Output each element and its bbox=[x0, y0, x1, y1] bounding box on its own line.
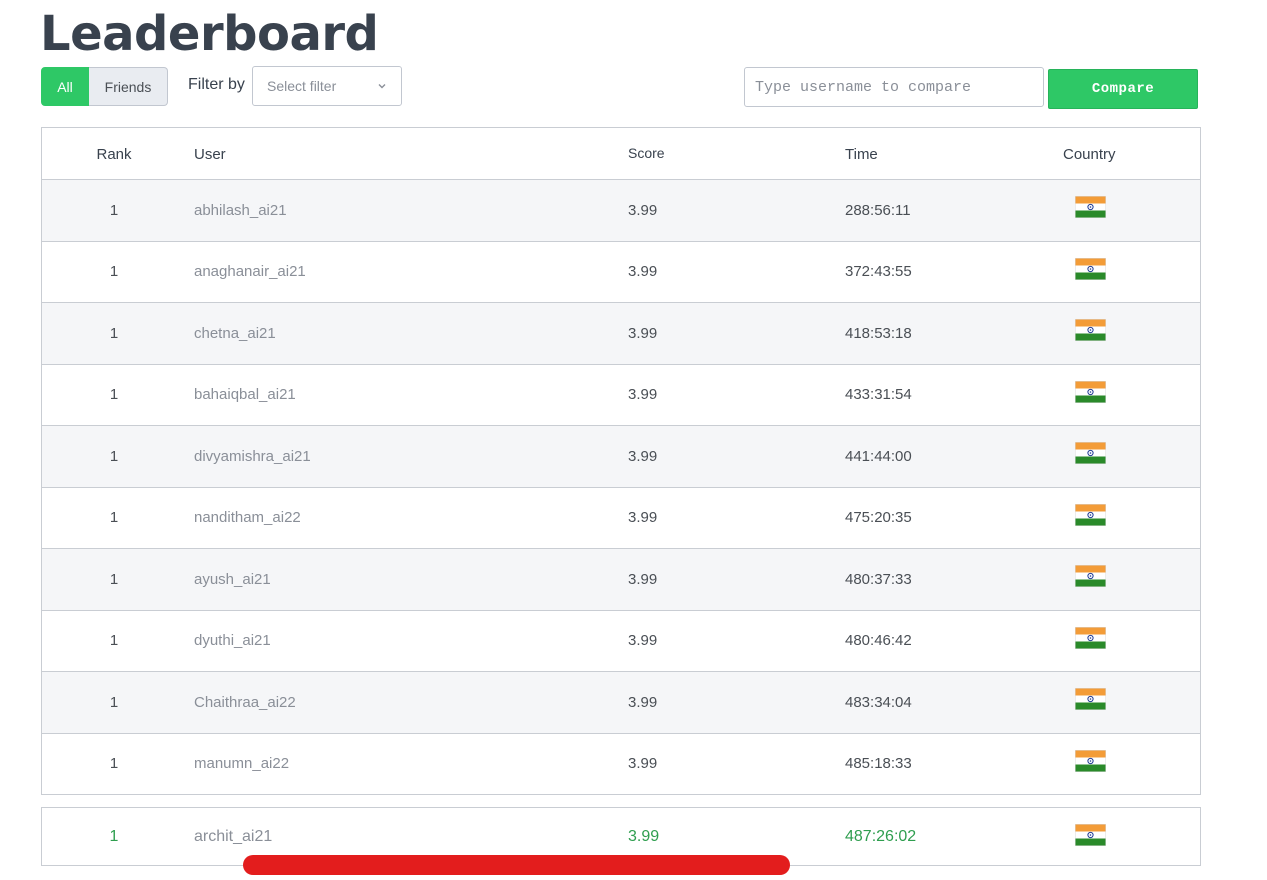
time-cell: 288:56:11 bbox=[845, 201, 911, 219]
header-country: Country bbox=[1063, 145, 1116, 163]
rank-cell: 1 bbox=[109, 509, 119, 527]
username-link[interactable]: Chaithraa_ai22 bbox=[194, 672, 296, 733]
current-user-rank: 1 bbox=[109, 827, 119, 845]
country-cell bbox=[1075, 611, 1107, 672]
country-cell bbox=[1075, 549, 1107, 610]
country-cell bbox=[1075, 426, 1107, 487]
rank-cell: 1 bbox=[109, 570, 119, 588]
rank-cell: 1 bbox=[109, 386, 119, 404]
rank-cell: 1 bbox=[109, 447, 119, 465]
current-user-time: 487:26:02 bbox=[845, 827, 917, 845]
table-row: 1 abhilash_ai21 3.99 288:56:11 bbox=[42, 179, 1200, 241]
score-cell: 3.99 bbox=[628, 263, 658, 281]
tab-friends[interactable]: Friends bbox=[89, 67, 168, 106]
username-link[interactable]: chetna_ai21 bbox=[194, 303, 276, 364]
leaderboard-scope-toggle: All Friends bbox=[41, 67, 168, 106]
tab-all[interactable]: All bbox=[41, 67, 89, 106]
score-cell: 3.99 bbox=[628, 570, 658, 588]
time-cell: 475:20:35 bbox=[845, 509, 912, 527]
table-row: 1 divyamishra_ai21 3.99 441:44:00 bbox=[42, 425, 1200, 487]
score-cell: 3.99 bbox=[628, 755, 658, 773]
username-link[interactable]: bahaiqbal_ai21 bbox=[194, 365, 296, 426]
score-cell: 3.99 bbox=[628, 447, 658, 465]
annotation-underline bbox=[243, 855, 790, 875]
username-link[interactable]: dyuthi_ai21 bbox=[194, 611, 271, 672]
time-cell: 441:44:00 bbox=[845, 447, 912, 465]
username-link[interactable]: ayush_ai21 bbox=[194, 549, 271, 610]
india-flag-icon bbox=[1075, 749, 1106, 772]
rank-cell: 1 bbox=[109, 201, 119, 219]
username-link[interactable]: abhilash_ai21 bbox=[194, 180, 287, 241]
compare-username-input[interactable] bbox=[744, 67, 1044, 107]
score-cell: 3.99 bbox=[628, 693, 658, 711]
time-cell: 372:43:55 bbox=[845, 263, 912, 281]
header-time: Time bbox=[845, 145, 878, 163]
page-title: Leaderboard bbox=[40, 6, 379, 62]
table-row: 1 ayush_ai21 3.99 480:37:33 bbox=[42, 548, 1200, 610]
current-user-country bbox=[1075, 808, 1107, 865]
country-cell bbox=[1075, 488, 1107, 549]
india-flag-icon bbox=[1075, 565, 1106, 587]
score-cell: 3.99 bbox=[628, 632, 658, 650]
india-flag-icon bbox=[1075, 824, 1106, 846]
header-user: User bbox=[194, 145, 226, 163]
filter-label: Filter by bbox=[188, 76, 245, 93]
username-link[interactable]: manumn_ai22 bbox=[194, 734, 289, 795]
username-link[interactable]: divyamishra_ai21 bbox=[194, 426, 311, 487]
rank-cell: 1 bbox=[109, 632, 119, 650]
score-cell: 3.99 bbox=[628, 201, 658, 219]
country-cell bbox=[1075, 365, 1107, 426]
chevron-down-icon bbox=[378, 84, 386, 89]
score-cell: 3.99 bbox=[628, 509, 658, 527]
rank-cell: 1 bbox=[109, 693, 119, 711]
score-cell: 3.99 bbox=[628, 324, 658, 342]
table-row: 1 nanditham_ai22 3.99 475:20:35 bbox=[42, 486, 1200, 549]
time-cell: 485:18:33 bbox=[845, 755, 912, 773]
table-row: 1 bahaiqbal_ai21 3.99 433:31:54 bbox=[42, 363, 1200, 426]
username-link[interactable]: nanditham_ai22 bbox=[194, 488, 301, 549]
time-cell: 433:31:54 bbox=[845, 386, 912, 404]
table-header: Rank User Score Time Country bbox=[42, 128, 1200, 180]
table-row: 1 chetna_ai21 3.99 418:53:18 bbox=[42, 302, 1200, 364]
time-cell: 483:34:04 bbox=[845, 693, 912, 711]
country-cell bbox=[1075, 303, 1107, 364]
leaderboard-table: Rank User Score Time Country 1 abhilash_a… bbox=[41, 127, 1201, 795]
india-flag-icon bbox=[1075, 319, 1106, 341]
country-cell bbox=[1075, 180, 1107, 241]
table-row: 1 Chaithraa_ai22 3.99 483:34:04 bbox=[42, 671, 1200, 733]
table-row: 1 manumn_ai22 3.99 485:18:33 bbox=[42, 732, 1200, 795]
time-cell: 480:37:33 bbox=[845, 570, 912, 588]
country-cell bbox=[1075, 242, 1107, 303]
india-flag-icon bbox=[1075, 688, 1106, 710]
rank-cell: 1 bbox=[109, 263, 119, 281]
rank-cell: 1 bbox=[109, 755, 119, 773]
india-flag-icon bbox=[1075, 503, 1106, 526]
header-score: Score bbox=[628, 145, 665, 161]
score-cell: 3.99 bbox=[628, 386, 658, 404]
table-row: 1 dyuthi_ai21 3.99 480:46:42 bbox=[42, 609, 1200, 672]
rank-cell: 1 bbox=[109, 324, 119, 342]
username-link[interactable]: anaghanair_ai21 bbox=[194, 242, 306, 303]
india-flag-icon bbox=[1075, 380, 1106, 403]
india-flag-icon bbox=[1075, 442, 1106, 464]
country-cell bbox=[1075, 672, 1107, 733]
india-flag-icon bbox=[1075, 257, 1106, 280]
india-flag-icon bbox=[1075, 196, 1106, 218]
compare-button[interactable]: Compare bbox=[1048, 69, 1198, 109]
time-cell: 418:53:18 bbox=[845, 324, 912, 342]
table-row: 1 anaghanair_ai21 3.99 372:43:55 bbox=[42, 240, 1200, 303]
filter-select[interactable]: Select filter bbox=[252, 66, 402, 106]
filter-placeholder: Select filter bbox=[267, 78, 337, 94]
header-rank: Rank bbox=[96, 145, 132, 163]
time-cell: 480:46:42 bbox=[845, 632, 912, 650]
country-cell bbox=[1075, 734, 1107, 795]
india-flag-icon bbox=[1075, 626, 1106, 649]
